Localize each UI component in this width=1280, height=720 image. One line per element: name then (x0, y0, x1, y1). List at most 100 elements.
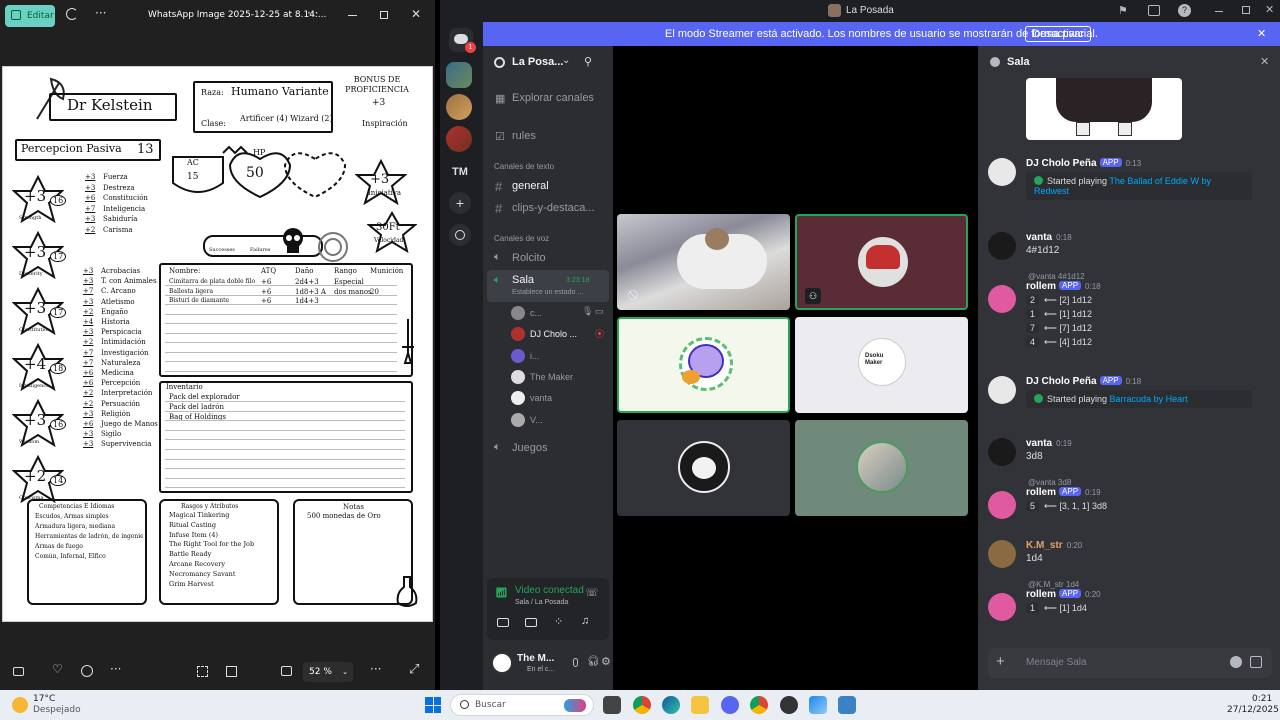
screen-share-icon[interactable] (525, 618, 537, 627)
maximize-icon[interactable] (1242, 6, 1250, 14)
discord-icon[interactable] (721, 696, 739, 714)
username[interactable]: DJ Cholo Peña (1026, 158, 1097, 169)
inbox-icon[interactable]: ⚑ (1118, 4, 1128, 17)
voice-user-name[interactable]: The Maker (530, 372, 573, 382)
actual-size-icon[interactable] (281, 666, 292, 676)
file-explorer-icon[interactable] (691, 696, 709, 714)
voice-category[interactable]: Canales de voz (494, 234, 549, 243)
voice-sala[interactable]: Sala (512, 274, 534, 286)
search-box[interactable]: Buscar (450, 694, 594, 716)
server-icon[interactable] (446, 62, 472, 88)
status-prompt[interactable]: Establece un estado ... (512, 289, 583, 296)
more-icon[interactable]: ··· (307, 6, 318, 20)
rotate-icon[interactable] (66, 8, 78, 20)
crop-icon[interactable] (197, 666, 208, 677)
channel-general[interactable]: general (512, 180, 549, 192)
camera-off-icon[interactable] (497, 618, 509, 627)
notepad-icon[interactable] (838, 696, 856, 714)
add-server-icon[interactable]: + (449, 192, 471, 214)
avatar[interactable] (511, 369, 525, 384)
headphones-icon[interactable]: 🎧︎ (587, 656, 600, 667)
clock-time[interactable]: 0:21 (1252, 694, 1272, 704)
start-button[interactable] (425, 697, 441, 713)
avatar[interactable] (491, 652, 513, 674)
server-icon[interactable] (446, 126, 472, 152)
fullscreen-icon[interactable]: ⤢ (409, 662, 419, 677)
server-initials[interactable]: TM (452, 166, 468, 178)
close-icon[interactable]: ✕ (1265, 3, 1274, 16)
server-name[interactable]: La Posa... (512, 56, 563, 68)
username[interactable]: vanta (1026, 438, 1052, 449)
video-tile-purple[interactable] (617, 317, 790, 413)
more-icon[interactable]: ··· (95, 6, 106, 20)
voice-user-name[interactable]: vanta (530, 393, 552, 403)
noise-icon[interactable]: ⫶ (561, 588, 563, 599)
emoji-icon[interactable] (1230, 656, 1242, 668)
text-category[interactable]: Canales de texto (494, 162, 554, 171)
edit-button[interactable]: Editar (5, 5, 55, 27)
voice-user-name[interactable]: DJ Cholo ... (530, 329, 577, 339)
soundboard-icon[interactable]: ♫ (581, 615, 589, 627)
edge-icon[interactable] (662, 696, 680, 714)
voice-user-name[interactable]: i... (530, 351, 540, 361)
message-input[interactable]: Mensaje Sala (1026, 657, 1087, 668)
avatar[interactable] (511, 348, 525, 363)
song-link[interactable]: Barracuda by Heart (1110, 394, 1188, 404)
photos-icon[interactable] (809, 696, 827, 714)
video-tile-v[interactable] (795, 420, 968, 516)
close-icon[interactable]: ✕ (1257, 27, 1266, 40)
username[interactable]: DJ Cholo Peña (1026, 376, 1097, 387)
gear-icon[interactable]: ⚙ (601, 655, 611, 668)
image-attachment[interactable] (1026, 78, 1182, 140)
username[interactable]: rollem (1026, 589, 1056, 600)
more-icon[interactable]: ··· (370, 662, 381, 676)
activities-icon[interactable]: ⁘ (554, 615, 563, 628)
chrome-icon[interactable] (633, 696, 651, 714)
self-username[interactable]: The M... (517, 653, 554, 664)
clock-date[interactable]: 27/12/2025 (1227, 705, 1279, 715)
avatar[interactable] (988, 285, 1016, 313)
avatar[interactable] (988, 491, 1016, 519)
username[interactable]: rollem (1026, 487, 1056, 498)
username[interactable]: rollem (1026, 281, 1056, 292)
filmstrip-icon[interactable] (13, 667, 24, 676)
zoom-select[interactable]: 52 % ⌄ (303, 662, 353, 682)
add-member-icon[interactable]: ⚲ (584, 55, 592, 68)
minimize-icon[interactable] (348, 15, 357, 16)
username[interactable]: K.M_str (1026, 540, 1063, 551)
close-icon[interactable]: ✕ (411, 7, 421, 21)
weather-icon[interactable] (12, 697, 28, 713)
video-tile-cat[interactable]: 🚫︎ (617, 214, 790, 310)
disconnect-icon[interactable]: ☏ (585, 586, 599, 599)
avatar[interactable] (511, 327, 525, 342)
chevron-down-icon[interactable]: ⌄ (562, 55, 570, 66)
fit-icon[interactable] (226, 666, 237, 677)
maximize-icon[interactable] (380, 11, 388, 19)
channel-clips[interactable]: clips-y-destaca... (512, 202, 595, 214)
voice-sala-active[interactable] (487, 270, 609, 302)
explore-channels[interactable]: Explorar canales (512, 92, 594, 104)
favorite-icon[interactable]: ♡ (52, 662, 63, 676)
discord-home-icon[interactable]: 1 (449, 28, 476, 53)
server-icon[interactable] (446, 94, 472, 120)
explore-icon[interactable] (449, 224, 471, 246)
video-tile-maker[interactable]: Dsoku Maker (795, 317, 968, 413)
more-icon[interactable]: ··· (110, 662, 121, 676)
voice-user-name[interactable]: c... (530, 308, 542, 318)
weather-temp[interactable]: 17°C (33, 694, 55, 704)
help-icon[interactable]: ? (1178, 4, 1191, 17)
avatar[interactable] (988, 376, 1016, 404)
chrome-icon[interactable] (750, 696, 768, 714)
avatar[interactable] (988, 232, 1016, 260)
mic-icon[interactable] (573, 658, 578, 667)
avatar[interactable] (511, 306, 525, 320)
avatar[interactable] (511, 412, 525, 427)
weather-text[interactable]: Despejado (33, 705, 81, 715)
gif-icon[interactable] (1250, 656, 1262, 668)
task-view-icon[interactable] (603, 696, 621, 714)
close-icon[interactable]: ✕ (1260, 55, 1269, 68)
video-tile-djcholo[interactable]: ⚇ (795, 214, 968, 310)
screen-icon[interactable] (1148, 5, 1160, 16)
add-attachment-icon[interactable]: + (996, 653, 1005, 670)
voice-user-name[interactable]: V... (530, 415, 543, 425)
